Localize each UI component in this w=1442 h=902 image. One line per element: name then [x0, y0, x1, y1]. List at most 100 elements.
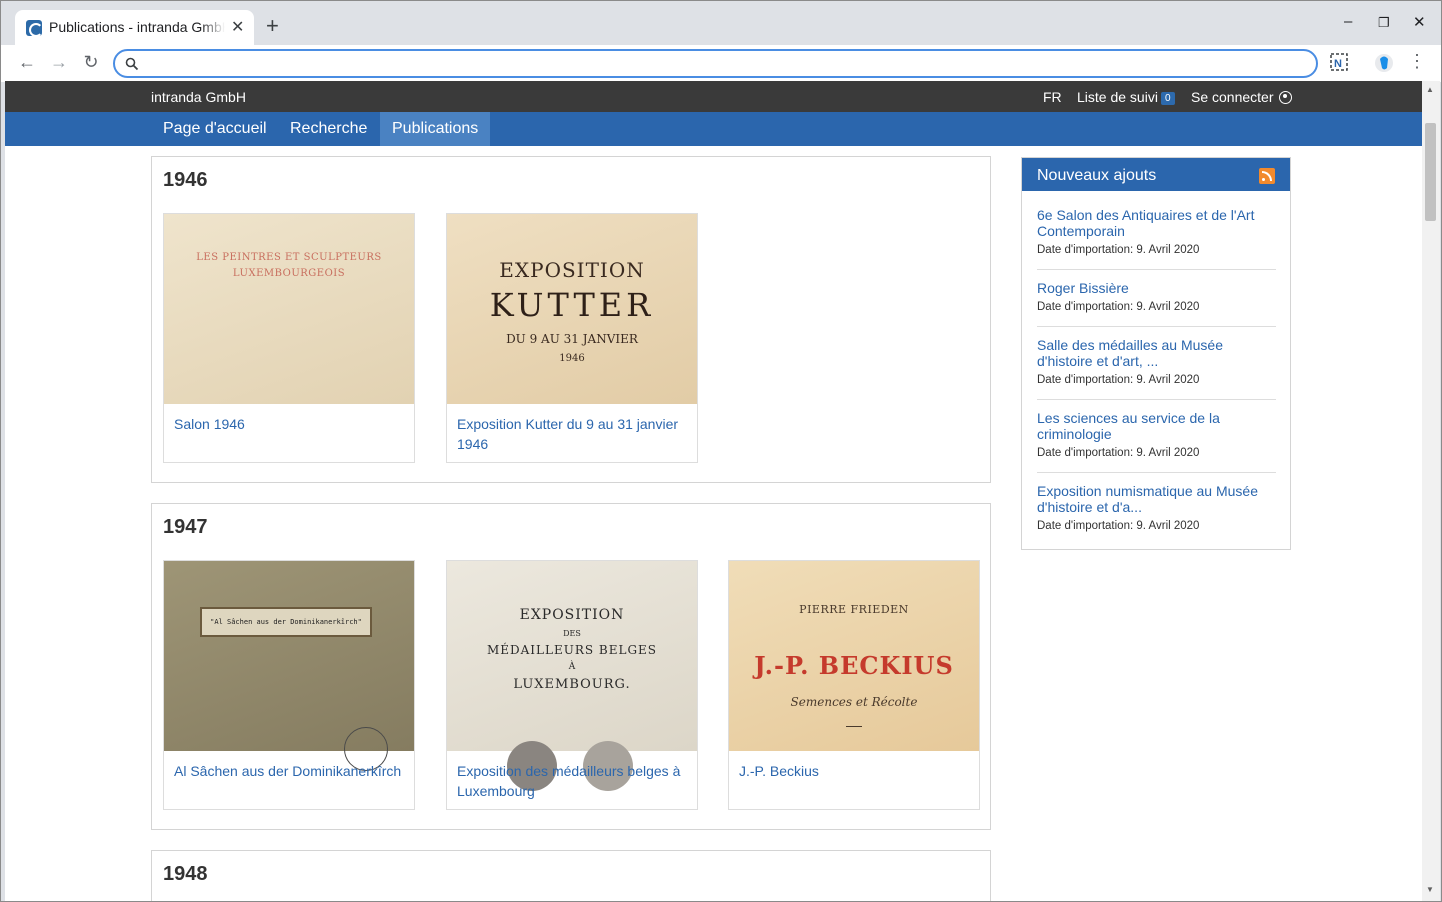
cover-text: J.-P. BECKIUS: [754, 651, 954, 680]
cover-divider: [846, 726, 862, 727]
new-item-link[interactable]: Les sciences au service de la criminolog…: [1037, 410, 1276, 442]
browser-tab[interactable]: Publications - intranda GmbH ✕: [15, 10, 254, 45]
cover-text: 1946: [559, 353, 585, 364]
widget-header: Nouveaux ajouts: [1022, 158, 1290, 191]
back-button[interactable]: ←: [15, 52, 39, 73]
publication-card[interactable]: PIERRE FRIEDEN J.-P. BECKIUS Semences et…: [728, 560, 980, 810]
import-date-value: 9. Avril 2020: [1136, 301, 1200, 313]
year-heading: 1947: [163, 516, 208, 538]
user-icon: [1279, 91, 1293, 104]
publication-title-link[interactable]: Exposition des médailleurs belges à Luxe…: [457, 761, 689, 801]
new-item-link[interactable]: Roger Bissière: [1037, 280, 1276, 296]
cover-text: LES PEINTRES ET SCULPTEURS: [196, 252, 382, 263]
cover-text: "Al Sâchen aus der Dominikanerkîrch": [210, 618, 362, 626]
tab-close-icon[interactable]: ✕: [231, 17, 244, 37]
cover-text: MÉDAILLEURS BELGES: [486, 643, 658, 657]
profile-icon[interactable]: [1374, 53, 1394, 73]
list-item: 6e Salon des Antiquaires et de l'Art Con…: [1037, 207, 1276, 270]
scroll-thumb[interactable]: [1425, 123, 1436, 221]
import-date: Date d'importation: 9. Avril 2020: [1037, 244, 1276, 256]
new-item-link[interactable]: Salle des médailles au Musée d'histoire …: [1037, 337, 1276, 369]
cover-text: LUXEMBOURG.: [513, 677, 631, 692]
watchlist-label: Liste de suivi: [1077, 89, 1158, 105]
cover-text: À: [568, 662, 576, 672]
year-section-1946: 1946 LES PEINTRES ET SCULPTEURS LUXEMBOU…: [151, 156, 991, 483]
forward-button[interactable]: →: [47, 52, 71, 73]
publication-cover: LES PEINTRES ET SCULPTEURS LUXEMBOURGEOI…: [164, 214, 414, 404]
scroll-down-icon[interactable]: ▼: [1426, 885, 1434, 894]
svg-text:N: N: [1334, 58, 1342, 70]
import-date: Date d'importation: 9. Avril 2020: [1037, 447, 1276, 459]
login-link[interactable]: Se connecter: [1191, 89, 1293, 105]
login-label: Se connecter: [1191, 89, 1274, 105]
publication-card[interactable]: EXPOSITION KUTTER DU 9 AU 31 JANVIER 194…: [446, 213, 698, 463]
cover-label-plate: "Al Sâchen aus der Dominikanerkîrch": [200, 607, 372, 637]
window-close-button[interactable]: ✕: [1413, 13, 1426, 31]
publication-title-link[interactable]: Salon 1946: [174, 414, 406, 434]
import-date: Date d'importation: 9. Avril 2020: [1037, 520, 1276, 532]
tab-title: Publications - intranda GmbH: [49, 19, 225, 35]
publication-title-link[interactable]: Al Sâchen aus der Dominikanerkîrch: [174, 761, 406, 781]
new-additions-widget: Nouveaux ajouts 6e Salon des Antiquaires…: [1021, 157, 1291, 550]
publication-cover: EXPOSITION KUTTER DU 9 AU 31 JANVIER 194…: [447, 214, 697, 404]
import-date-label: Date d'importation:: [1037, 374, 1134, 386]
cover-text: Semences et Récolte: [790, 695, 918, 709]
cover-text: PIERRE FRIEDEN: [799, 603, 909, 616]
list-item: Les sciences au service de la criminolog…: [1037, 410, 1276, 473]
maximize-button[interactable]: ❐: [1378, 15, 1390, 31]
browser-menu-icon[interactable]: ⋮: [1405, 51, 1429, 72]
publication-card[interactable]: "Al Sâchen aus der Dominikanerkîrch" Al …: [163, 560, 415, 810]
publication-cover: PIERRE FRIEDEN J.-P. BECKIUS Semences et…: [729, 561, 979, 751]
cover-text: DU 9 AU 31 JANVIER: [506, 332, 638, 346]
cover-text: EXPOSITION: [519, 607, 625, 623]
nav-publications[interactable]: Publications: [380, 112, 491, 146]
year-section-1948: 1948: [151, 850, 991, 901]
year-heading: 1946: [163, 169, 208, 191]
address-bar[interactable]: [113, 49, 1318, 78]
import-date: Date d'importation: 9. Avril 2020: [1037, 301, 1276, 313]
language-switch[interactable]: FR: [1043, 89, 1062, 105]
scroll-up-icon[interactable]: ▲: [1426, 85, 1434, 94]
year-heading: 1948: [163, 863, 208, 885]
publication-cover: "Al Sâchen aus der Dominikanerkîrch": [164, 561, 414, 771]
nav-search[interactable]: Recherche: [278, 112, 379, 146]
import-date-value: 9. Avril 2020: [1136, 244, 1200, 256]
new-item-link[interactable]: Exposition numismatique au Musée d'histo…: [1037, 483, 1276, 515]
site-favicon-icon: [26, 20, 43, 37]
browser-toolbar: ← → ↻ N ⋮: [1, 45, 1441, 82]
publication-title-link[interactable]: J.-P. Beckius: [739, 761, 971, 781]
import-date-label: Date d'importation:: [1037, 520, 1134, 532]
publication-card[interactable]: LES PEINTRES ET SCULPTEURS LUXEMBOURGEOI…: [163, 213, 415, 463]
import-date-label: Date d'importation:: [1037, 244, 1134, 256]
publication-title-link[interactable]: Exposition Kutter du 9 au 31 janvier 194…: [457, 414, 689, 454]
publication-cover: EXPOSITION DES MÉDAILLEURS BELGES À LUXE…: [447, 561, 697, 791]
import-date-label: Date d'importation:: [1037, 447, 1134, 459]
import-date-label: Date d'importation:: [1037, 301, 1134, 313]
reload-button[interactable]: ↻: [79, 52, 103, 73]
search-icon: [125, 57, 139, 71]
main-navigation: Page d'accueil Recherche Publications: [5, 112, 1422, 146]
web-page: intranda GmbH FR Liste de suivi 0 Se conn…: [5, 81, 1422, 901]
minimize-button[interactable]: –: [1344, 13, 1352, 30]
new-item-link[interactable]: 6e Salon des Antiquaires et de l'Art Con…: [1037, 207, 1276, 239]
cover-text: KUTTER: [489, 286, 655, 324]
page-scrollbar[interactable]: ▲ ▼: [1422, 81, 1440, 901]
cover-text: LUXEMBOURGEOIS: [232, 268, 346, 279]
new-tab-button[interactable]: +: [266, 15, 279, 37]
list-item: Roger Bissière Date d'importation: 9. Av…: [1037, 280, 1276, 327]
list-item: Salle des médailles au Musée d'histoire …: [1037, 337, 1276, 400]
import-date: Date d'importation: 9. Avril 2020: [1037, 374, 1276, 386]
top-bar: intranda GmbH FR Liste de suivi 0 Se conn…: [5, 81, 1422, 112]
extension-icon[interactable]: N: [1330, 53, 1348, 71]
publication-card[interactable]: EXPOSITION DES MÉDAILLEURS BELGES À LUXE…: [446, 560, 698, 810]
nav-home[interactable]: Page d'accueil: [151, 112, 279, 146]
tab-strip: Publications - intranda GmbH ✕ + – ❐ ✕: [1, 1, 1441, 45]
watchlist-link[interactable]: Liste de suivi 0: [1077, 89, 1175, 105]
list-item: Exposition numismatique au Musée d'histo…: [1037, 483, 1276, 541]
brand-link[interactable]: intranda GmbH: [151, 89, 246, 105]
rss-icon[interactable]: [1259, 168, 1275, 184]
import-date-value: 9. Avril 2020: [1136, 520, 1200, 532]
import-date-value: 9. Avril 2020: [1136, 447, 1200, 459]
cover-text: DES: [563, 629, 581, 638]
watchlist-count-badge: 0: [1160, 92, 1175, 105]
